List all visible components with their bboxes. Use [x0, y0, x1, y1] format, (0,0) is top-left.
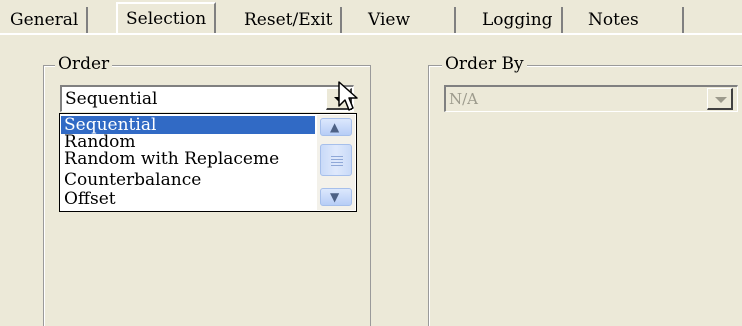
scrollbar-thumb[interactable] [320, 144, 352, 176]
list-item[interactable]: Counterbalance [61, 171, 315, 189]
list-item[interactable]: Random [61, 133, 315, 151]
scroll-down-button[interactable]: ▼ [320, 188, 352, 206]
order-by-combo-dropdown-button[interactable] [707, 88, 733, 110]
order-combo[interactable]: Sequential [60, 85, 354, 112]
tab-reset-exit[interactable]: Reset/Exit [236, 7, 343, 33]
mouse-pointer-icon [338, 81, 358, 111]
tab-strip: General Selection Reset/Exit View Loggin… [0, 0, 742, 36]
scroll-down-icon: ▼ [330, 190, 340, 204]
scroll-up-button[interactable]: ▲ [320, 118, 352, 136]
tab-general[interactable]: General [2, 7, 89, 33]
order-dropdown-list[interactable]: Sequential Random Random with Replaceme … [59, 113, 357, 212]
chevron-down-icon [715, 97, 727, 103]
order-group-title: Order [55, 54, 113, 74]
tab-notes[interactable]: Notes [580, 7, 684, 33]
list-item[interactable]: Random with Replaceme [61, 150, 315, 168]
dropdown-scrollbar[interactable]: ▲ ▼ [317, 115, 355, 210]
tab-logging[interactable]: Logging [474, 7, 563, 33]
order-by-combo-value: N/A [449, 90, 479, 108]
tab-selection[interactable]: Selection [116, 2, 217, 34]
order-by-combo[interactable]: N/A [444, 85, 738, 112]
scroll-up-icon: ▲ [330, 120, 340, 134]
tab-view[interactable]: View [360, 7, 456, 33]
list-item[interactable]: Sequential [61, 116, 315, 134]
list-item[interactable]: Offset [61, 190, 315, 208]
order-combo-value: Sequential [65, 89, 158, 109]
order-by-group-title: Order By [442, 54, 527, 74]
tab-panel-edge [0, 33, 742, 35]
